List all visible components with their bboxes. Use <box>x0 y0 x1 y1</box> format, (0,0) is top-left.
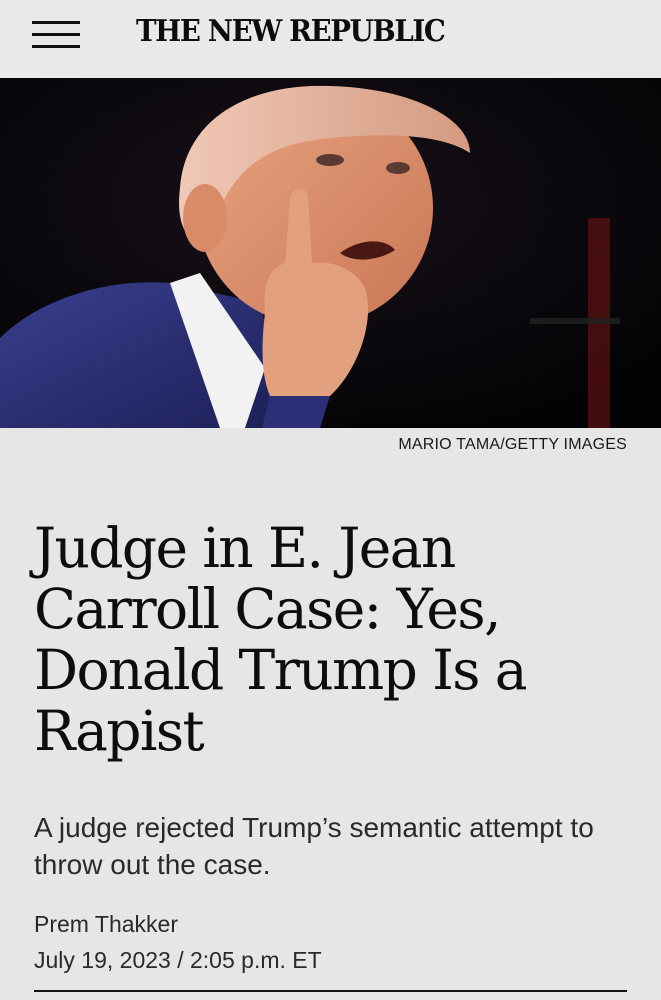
article-dek: A judge rejected Trump’s semantic attemp… <box>34 812 594 880</box>
author-link[interactable]: Prem Thakker <box>34 911 178 938</box>
publish-dateline: July 19, 2023 / 2:05 p.m. ET <box>34 947 322 973</box>
article-headline: Judge in E. Jean Carroll Case: Yes, Dona… <box>34 516 528 763</box>
photo-credit: MARIO TAMA/GETTY IMAGES <box>398 436 627 453</box>
hero-image <box>0 78 661 428</box>
hamburger-menu-icon[interactable] <box>32 19 80 49</box>
site-logo[interactable]: THE NEW REPUBLIC <box>136 14 504 49</box>
menu-line <box>32 33 80 36</box>
menu-line <box>32 45 80 48</box>
menu-line <box>32 21 80 24</box>
hero-photo <box>0 78 661 428</box>
site-header: THE NEW REPUBLIC <box>0 0 661 78</box>
divider <box>34 990 627 992</box>
